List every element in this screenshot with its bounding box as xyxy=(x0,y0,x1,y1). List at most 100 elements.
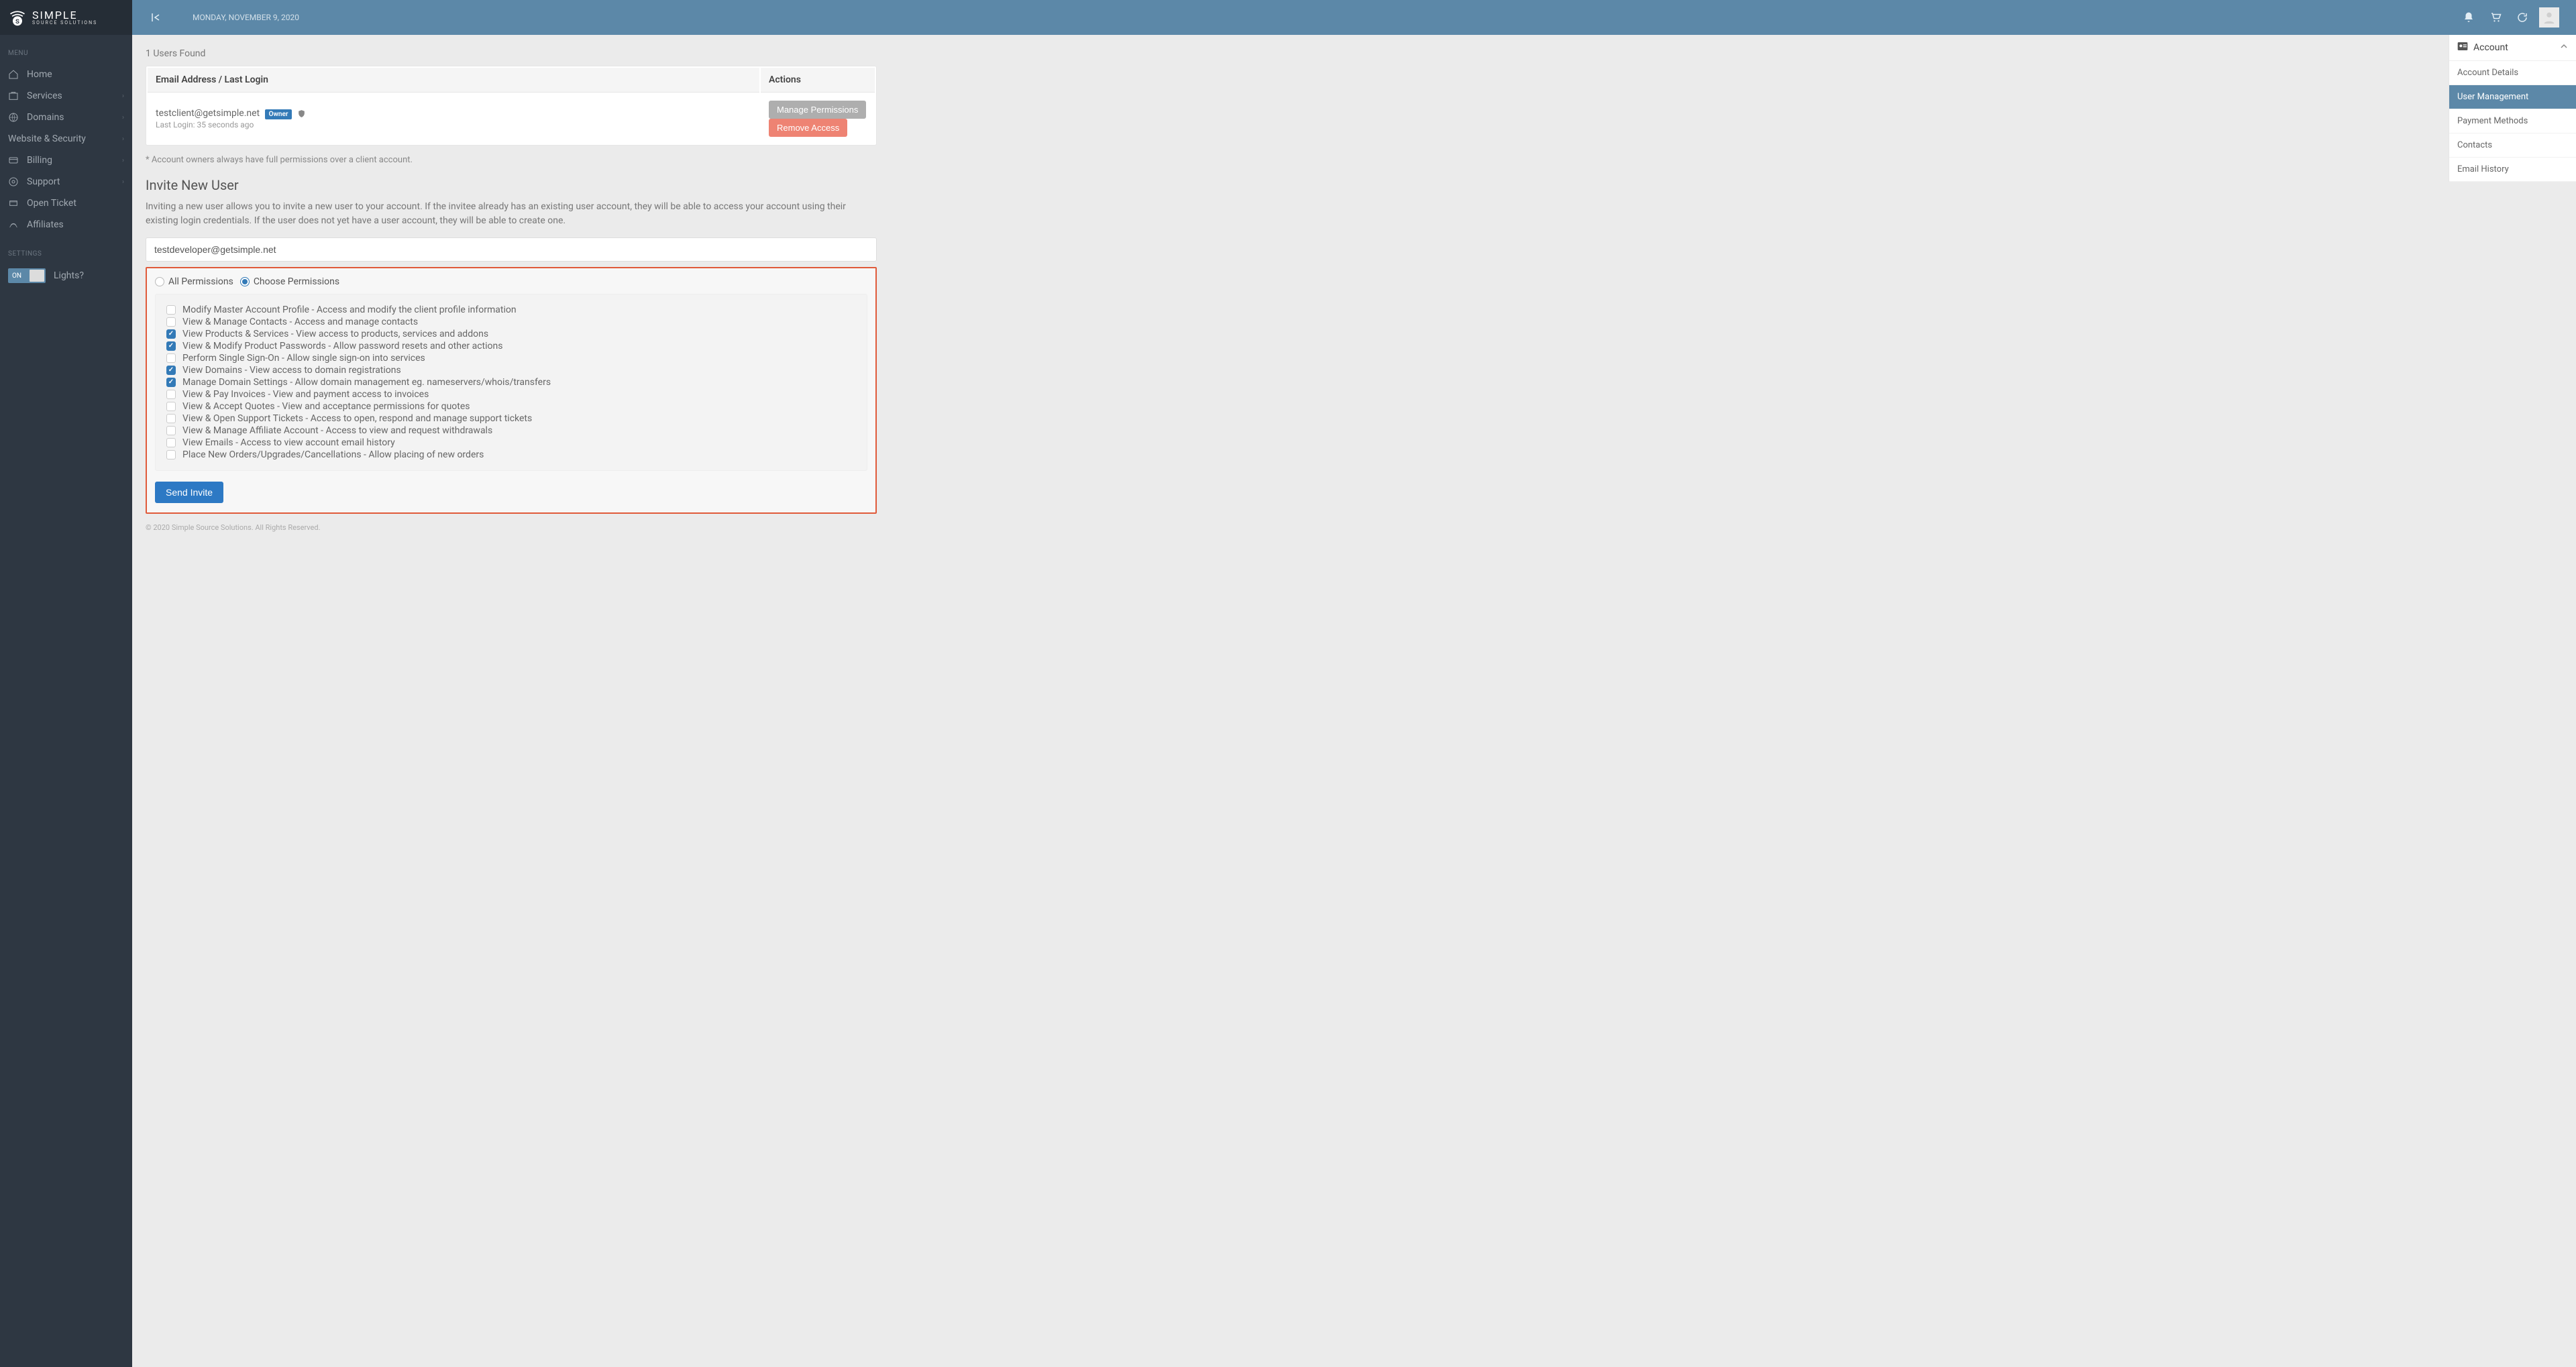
sidebar-item-home[interactable]: Home xyxy=(0,64,132,85)
sidebar-item-label: Support xyxy=(27,176,114,187)
owners-footnote: * Account owners always have full permis… xyxy=(146,155,877,165)
radio-all-permissions[interactable]: All Permissions xyxy=(155,276,233,287)
sidebar: S SIMPLE SOURCE SOLUTIONS MENU HomeServi… xyxy=(0,0,132,1367)
sidebar-item-services[interactable]: Services› xyxy=(0,85,132,107)
permission-label: Perform Single Sign-On - Allow single si… xyxy=(182,353,425,364)
sidebar-item-affiliates[interactable]: Affiliates xyxy=(0,214,132,235)
invite-description: Inviting a new user allows you to invite… xyxy=(146,200,877,228)
lights-label: Lights? xyxy=(54,270,84,281)
current-date: MONDAY, NOVEMBER 9, 2020 xyxy=(193,13,299,22)
permission-row: View & Manage Affiliate Account - Access… xyxy=(166,425,856,437)
svg-text:S: S xyxy=(15,18,19,25)
permission-checkbox[interactable] xyxy=(166,426,176,435)
permission-label: View & Manage Affiliate Account - Access… xyxy=(182,425,492,436)
chevron-right-icon: › xyxy=(122,93,124,100)
table-row: testclient@getsimple.net Owner Last Logi… xyxy=(148,94,875,144)
permission-label: View & Pay Invoices - View and payment a… xyxy=(182,389,429,400)
permission-row: View & Accept Quotes - View and acceptan… xyxy=(166,400,856,413)
radio-icon xyxy=(155,277,164,286)
menu-icon xyxy=(8,69,19,80)
account-panel-item-email-history[interactable]: Email History xyxy=(2449,158,2576,182)
account-panel-item-contacts[interactable]: Contacts xyxy=(2449,133,2576,158)
account-panel-header[interactable]: Account xyxy=(2449,35,2576,61)
avatar xyxy=(2539,7,2559,28)
chevron-up-icon xyxy=(2560,42,2568,53)
permissions-section: All Permissions Choose Permissions Modif… xyxy=(146,267,877,514)
chevron-right-icon: › xyxy=(122,135,124,143)
account-panel-item-payment-methods[interactable]: Payment Methods xyxy=(2449,109,2576,133)
user-email: testclient@getsimple.net xyxy=(156,108,260,119)
chevron-right-icon: › xyxy=(122,157,124,164)
sidebar-item-domains[interactable]: Domains› xyxy=(0,107,132,128)
permission-row: Manage Domain Settings - Allow domain ma… xyxy=(166,376,856,388)
permission-checkbox[interactable] xyxy=(166,353,176,363)
id-card-icon xyxy=(2457,42,2468,54)
users-found-text: 1 Users Found xyxy=(146,48,877,59)
send-invite-button[interactable]: Send Invite xyxy=(155,482,223,503)
account-panel-item-account-details[interactable]: Account Details xyxy=(2449,61,2576,85)
permission-row: View Products & Services - View access t… xyxy=(166,328,856,340)
footer-text: © 2020 Simple Source Solutions. All Righ… xyxy=(146,514,877,545)
permission-checkbox[interactable] xyxy=(166,341,176,351)
lights-toggle[interactable]: ON xyxy=(8,268,46,283)
collapse-sidebar-button[interactable] xyxy=(146,12,166,23)
permission-row: Place New Orders/Upgrades/Cancellations … xyxy=(166,449,856,461)
permission-checkbox[interactable] xyxy=(166,414,176,423)
permission-label: View & Accept Quotes - View and acceptan… xyxy=(182,401,470,412)
sidebar-item-support[interactable]: Support› xyxy=(0,171,132,193)
permission-row: Perform Single Sign-On - Allow single si… xyxy=(166,352,856,364)
permission-row: View Emails - Access to view account ema… xyxy=(166,437,856,449)
col-actions: Actions xyxy=(761,68,875,93)
permission-checkbox[interactable] xyxy=(166,317,176,327)
sidebar-item-label: Affiliates xyxy=(27,219,124,230)
cart-button[interactable] xyxy=(2482,4,2509,31)
cart-icon xyxy=(2489,11,2502,23)
permission-checkbox[interactable] xyxy=(166,450,176,459)
permission-label: Manage Domain Settings - Allow domain ma… xyxy=(182,377,551,388)
permission-label: View Emails - Access to view account ema… xyxy=(182,437,395,448)
menu-icon xyxy=(8,176,19,187)
permission-checkbox[interactable] xyxy=(166,402,176,411)
permission-row: View & Pay Invoices - View and payment a… xyxy=(166,388,856,400)
invite-email-input[interactable] xyxy=(146,237,877,262)
shield-icon xyxy=(297,109,306,118)
permission-label: View & Manage Contacts - Access and mana… xyxy=(182,317,418,327)
menu-icon xyxy=(8,198,19,209)
menu-icon xyxy=(8,219,19,230)
menu-icon xyxy=(8,155,19,166)
logo-icon: S xyxy=(8,8,27,27)
permission-label: View Domains - View access to domain reg… xyxy=(182,365,401,376)
manage-permissions-button[interactable]: Manage Permissions xyxy=(769,101,866,119)
sidebar-item-label: Website & Security xyxy=(8,133,114,144)
sidebar-item-website-security[interactable]: Website & Security › xyxy=(0,128,132,150)
refresh-button[interactable] xyxy=(2509,4,2536,31)
notifications-button[interactable] xyxy=(2455,4,2482,31)
collapse-icon xyxy=(150,12,161,23)
sidebar-item-label: Domains xyxy=(27,112,114,123)
logo[interactable]: S SIMPLE SOURCE SOLUTIONS xyxy=(0,0,132,35)
menu-icon xyxy=(8,91,19,101)
invite-heading: Invite New User xyxy=(146,177,877,193)
permission-checkbox[interactable] xyxy=(166,329,176,339)
account-panel-title: Account xyxy=(2473,42,2508,53)
profile-button[interactable] xyxy=(2536,4,2563,31)
permission-checkbox[interactable] xyxy=(166,305,176,315)
permission-checkbox[interactable] xyxy=(166,366,176,375)
permission-row: View & Open Support Tickets - Access to … xyxy=(166,413,856,425)
permission-label: Modify Master Account Profile - Access a… xyxy=(182,305,517,315)
sidebar-item-billing[interactable]: Billing› xyxy=(0,150,132,171)
permission-checkbox[interactable] xyxy=(166,438,176,447)
permission-row: View & Manage Contacts - Access and mana… xyxy=(166,316,856,328)
account-panel-item-user-management[interactable]: User Management xyxy=(2449,85,2576,109)
permission-checkbox[interactable] xyxy=(166,390,176,399)
refresh-icon xyxy=(2516,11,2528,23)
sidebar-item-label: Open Ticket xyxy=(27,198,124,209)
permission-row: View & Modify Product Passwords - Allow … xyxy=(166,340,856,352)
sidebar-item-open-ticket[interactable]: Open Ticket xyxy=(0,193,132,214)
remove-access-button[interactable]: Remove Access xyxy=(769,119,847,137)
permission-row: View Domains - View access to domain reg… xyxy=(166,364,856,376)
radio-choose-permissions[interactable]: Choose Permissions xyxy=(240,276,339,287)
account-panel: Account Account DetailsUser ManagementPa… xyxy=(2449,35,2576,182)
permission-checkbox[interactable] xyxy=(166,378,176,387)
radio-icon xyxy=(240,277,250,286)
